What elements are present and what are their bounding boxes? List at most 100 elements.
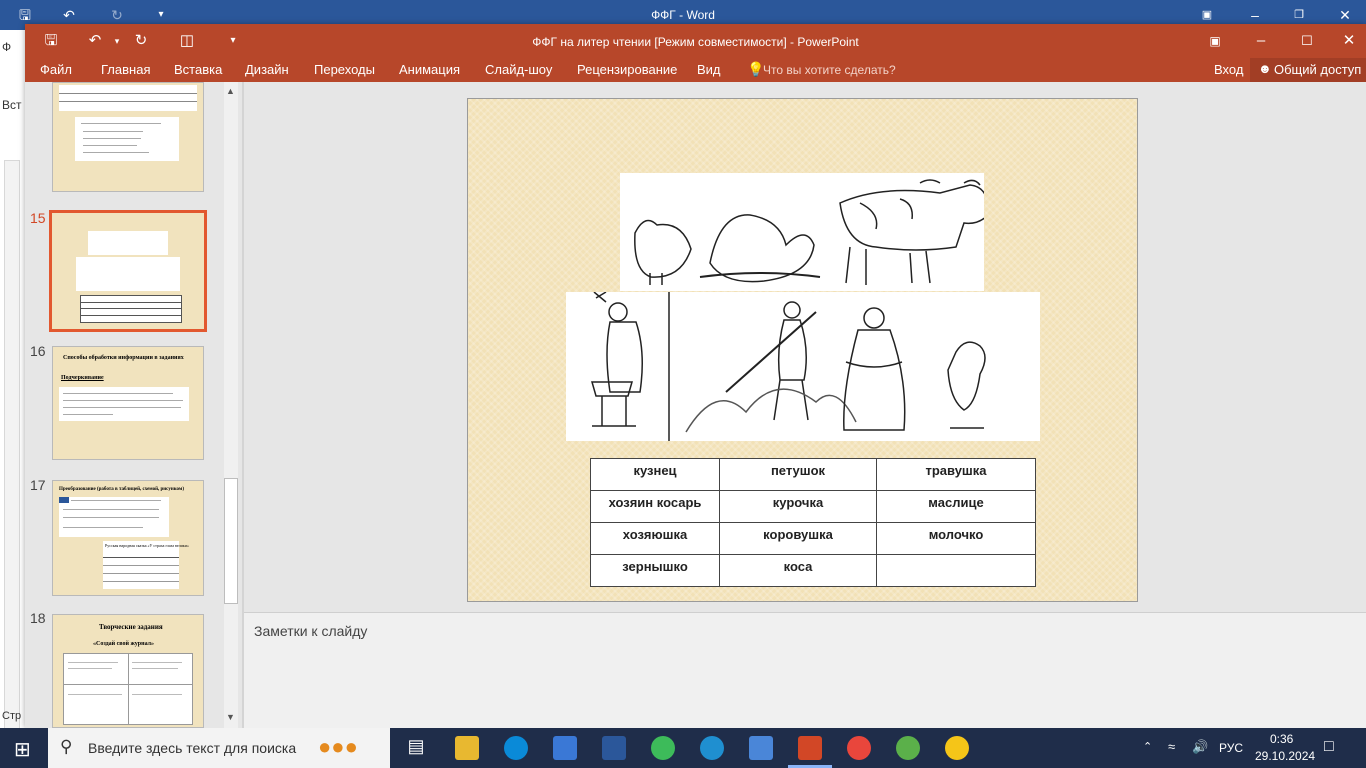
language-indicator[interactable]: РУС [1219,741,1243,755]
thumbnails-scrollbar[interactable]: ▲ ▼ [224,82,238,728]
table-cell[interactable]: петушок [719,458,877,491]
word-window-title: ФФГ - Word [651,8,715,22]
table-cell[interactable]: хозяюшка [590,522,720,555]
slide-thumbnail[interactable]: Способы обработки информации в заданиях … [52,346,204,460]
mail-icon[interactable] [749,736,773,760]
search-icon: ⚲ [60,737,73,756]
lightbulb-icon: 💡 [747,61,765,77]
skype-icon[interactable] [504,736,528,760]
scrollbar-thumb[interactable] [224,478,238,604]
thumb-people-image [76,257,180,291]
windows-taskbar: ⊞ ⚲ Введите здесь текст для поиска ●●● ▤… [0,728,1366,768]
thumb-title: Преобразование (работа в таблицей, схемо… [59,487,185,492]
mail-at-icon[interactable] [651,736,675,760]
ppt-window-title: ФФГ на литер чтении [Режим совместимости… [532,35,859,49]
table-cell[interactable]: коровушка [719,522,877,555]
animals-picture[interactable] [620,173,989,291]
globe-app-icon[interactable] [896,736,920,760]
slide-thumbnail[interactable] [52,82,204,192]
sign-in-link[interactable]: Вход [1214,62,1243,77]
windows-start-icon[interactable]: ⊞ [14,737,31,762]
tab-review[interactable]: Рецензирование [577,62,677,77]
thumb-subtitle: «Создай свой журнал» [93,641,155,647]
thumb-table: Русская народная сказка «У страха глаза … [103,541,189,589]
thumb-table [80,295,182,323]
slide-number-15: 15 [30,210,46,226]
task-view-icon[interactable]: ▤ [404,736,428,760]
network-icon[interactable]: ≈ [1168,739,1175,754]
minimize-button[interactable]: – [1244,4,1266,26]
thumb-title: Способы обработки информации в заданиях [63,355,184,361]
maximize-button[interactable]: ☐ [1295,30,1319,52]
table-cell[interactable]: коса [719,554,877,587]
store-icon[interactable] [553,736,577,760]
tab-transitions[interactable]: Переходы [314,62,375,77]
slide-number-16: 16 [30,343,46,359]
table-cell[interactable]: травушка [876,458,1036,491]
tab-view[interactable]: Вид [697,62,721,77]
thumb-subtitle: Подчеркивание [61,375,104,381]
tray-chevron-icon[interactable]: ⌃ [1143,740,1152,753]
close-button[interactable]: ✕ [1334,4,1356,26]
words-table[interactable]: кузнец петушок травушка хозяин косарь ку… [590,458,1036,587]
clock-date[interactable]: 29.10.2024 [1255,749,1315,763]
animals-drawing [634,179,989,285]
thumb-table [59,85,197,111]
word-insert-fragment[interactable]: Вст [2,98,22,112]
thumb-title: Творческие задания [99,623,163,631]
tab-slideshow[interactable]: Слайд-шоу [485,62,552,77]
powerpoint-app-icon[interactable] [798,736,822,760]
thumb-animals-image [88,231,168,255]
characters-picture[interactable] [566,291,1040,441]
tab-design[interactable]: Дизайн [245,62,289,77]
minimize-button[interactable]: – [1249,30,1273,52]
slide-number-17: 17 [30,477,46,493]
thumb-text-block [59,497,169,537]
table-cell[interactable]: маслице [876,490,1036,523]
tab-insert[interactable]: Вставка [174,62,222,77]
scroll-down-icon[interactable]: ▼ [226,712,235,722]
close-button[interactable]: ✕ [1337,30,1361,52]
tab-animations[interactable]: Анимация [399,62,460,77]
ribbon-display-icon[interactable]: ▣ [1203,30,1227,52]
file-explorer-icon[interactable] [455,736,479,760]
thumb-table [63,653,193,725]
notes-pane[interactable]: Заметки к слайду [244,612,1366,729]
table-cell[interactable] [876,554,1036,587]
ribbon-display-icon[interactable]: ▣ [1196,4,1218,26]
yandex-browser-icon[interactable] [945,736,969,760]
chrome-icon[interactable] [847,736,871,760]
powerpoint-window: 🖫 ↶ ▾ ↻ ◫ ▾ ФФГ на литер чтении [Режим с… [25,24,1366,768]
word-file-tab-fragment[interactable]: Ф [2,40,11,54]
clock-time[interactable]: 0:36 [1270,732,1293,746]
slide-number-18: 18 [30,610,46,626]
current-slide[interactable]: кузнец петушок травушка хозяин косарь ку… [467,98,1138,602]
restore-button[interactable]: ❐ [1288,4,1310,26]
table-row: зернышко коса [590,554,1036,587]
notes-placeholder[interactable]: Заметки к слайду [254,623,367,639]
ribbon-tabs: Файл Главная Вставка Дизайн Переходы Ани… [25,58,1366,82]
tell-me-box[interactable]: Что вы хотите сделать? [763,63,896,77]
slide-thumbnail[interactable]: Творческие задания «Создай свой журнал» [52,614,204,728]
slide-thumbnail[interactable]: Преобразование (работа в таблицей, схемо… [52,480,204,596]
slide-thumbnail-selected[interactable] [49,210,207,332]
volume-icon[interactable]: 🔊 [1192,739,1208,755]
table-cell[interactable]: молочко [876,522,1036,555]
edge-icon[interactable] [700,736,724,760]
word-page-fragment: Стр [2,710,22,722]
word-app-icon[interactable] [602,736,626,760]
word-left-strip: Ф Вст Стр [0,30,25,742]
share-button[interactable]: ☻ Общий доступ [1250,58,1366,82]
tab-home[interactable]: Главная [101,62,150,77]
table-row: хозяюшка коровушка молочко [590,522,1036,555]
table-cell[interactable]: кузнец [590,458,720,491]
table-cell[interactable]: зернышко [590,554,720,587]
tab-file[interactable]: Файл [40,62,72,77]
table-cell[interactable]: хозяин косарь [590,490,720,523]
pumpkins-icon: ●●● [318,734,358,759]
share-label: Общий доступ [1274,62,1362,77]
taskbar-search-box[interactable]: ⚲ Введите здесь текст для поиска ●●● [48,728,390,768]
notifications-icon[interactable]: □ [1324,738,1334,756]
table-cell[interactable]: курочка [719,490,877,523]
scroll-up-icon[interactable]: ▲ [226,86,235,96]
